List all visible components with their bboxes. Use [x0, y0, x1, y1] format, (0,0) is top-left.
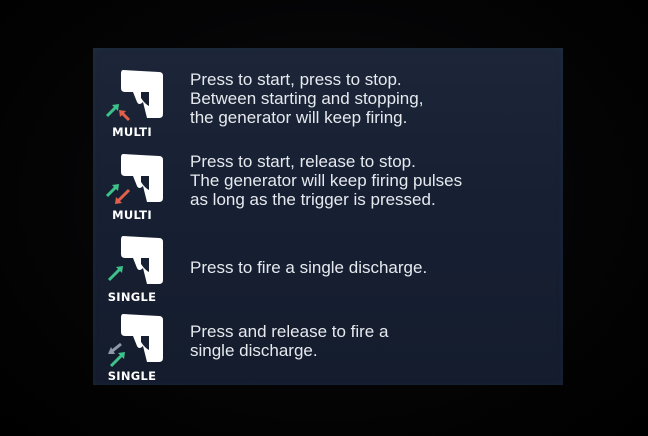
mode-description: Press and release to fire a single disch…	[190, 322, 389, 360]
mode-description: Press to start, press to stop. Between s…	[190, 70, 424, 127]
trigger-single-press-icon: SINGLE	[99, 228, 169, 306]
mode-description: Press to start, release to stop. The gen…	[190, 152, 463, 209]
trigger-press-release-icon: MULTI	[99, 146, 169, 224]
mode-label: SINGLE	[107, 290, 157, 304]
mode-row-multi-press-release[interactable]: MULTI Press to start, release to stop. T…	[93, 146, 563, 228]
mode-row-single-press-release[interactable]: SINGLE Press and release to fire a singl…	[93, 306, 563, 385]
display-screen: MULTI Press to start, press to stop. Bet…	[93, 48, 563, 385]
mode-description: Press to fire a single discharge.	[190, 258, 428, 277]
mode-label: MULTI	[112, 208, 152, 222]
mode-row-multi-press-press[interactable]: MULTI Press to start, press to stop. Bet…	[93, 62, 563, 144]
mode-label: SINGLE	[107, 369, 157, 383]
mode-label: MULTI	[112, 125, 152, 139]
trigger-press-release-single-icon: SINGLE	[99, 306, 169, 384]
mode-row-single-press[interactable]: SINGLE Press to fire a single discharge.	[93, 228, 563, 306]
trigger-press-press-icon: MULTI	[99, 62, 169, 140]
